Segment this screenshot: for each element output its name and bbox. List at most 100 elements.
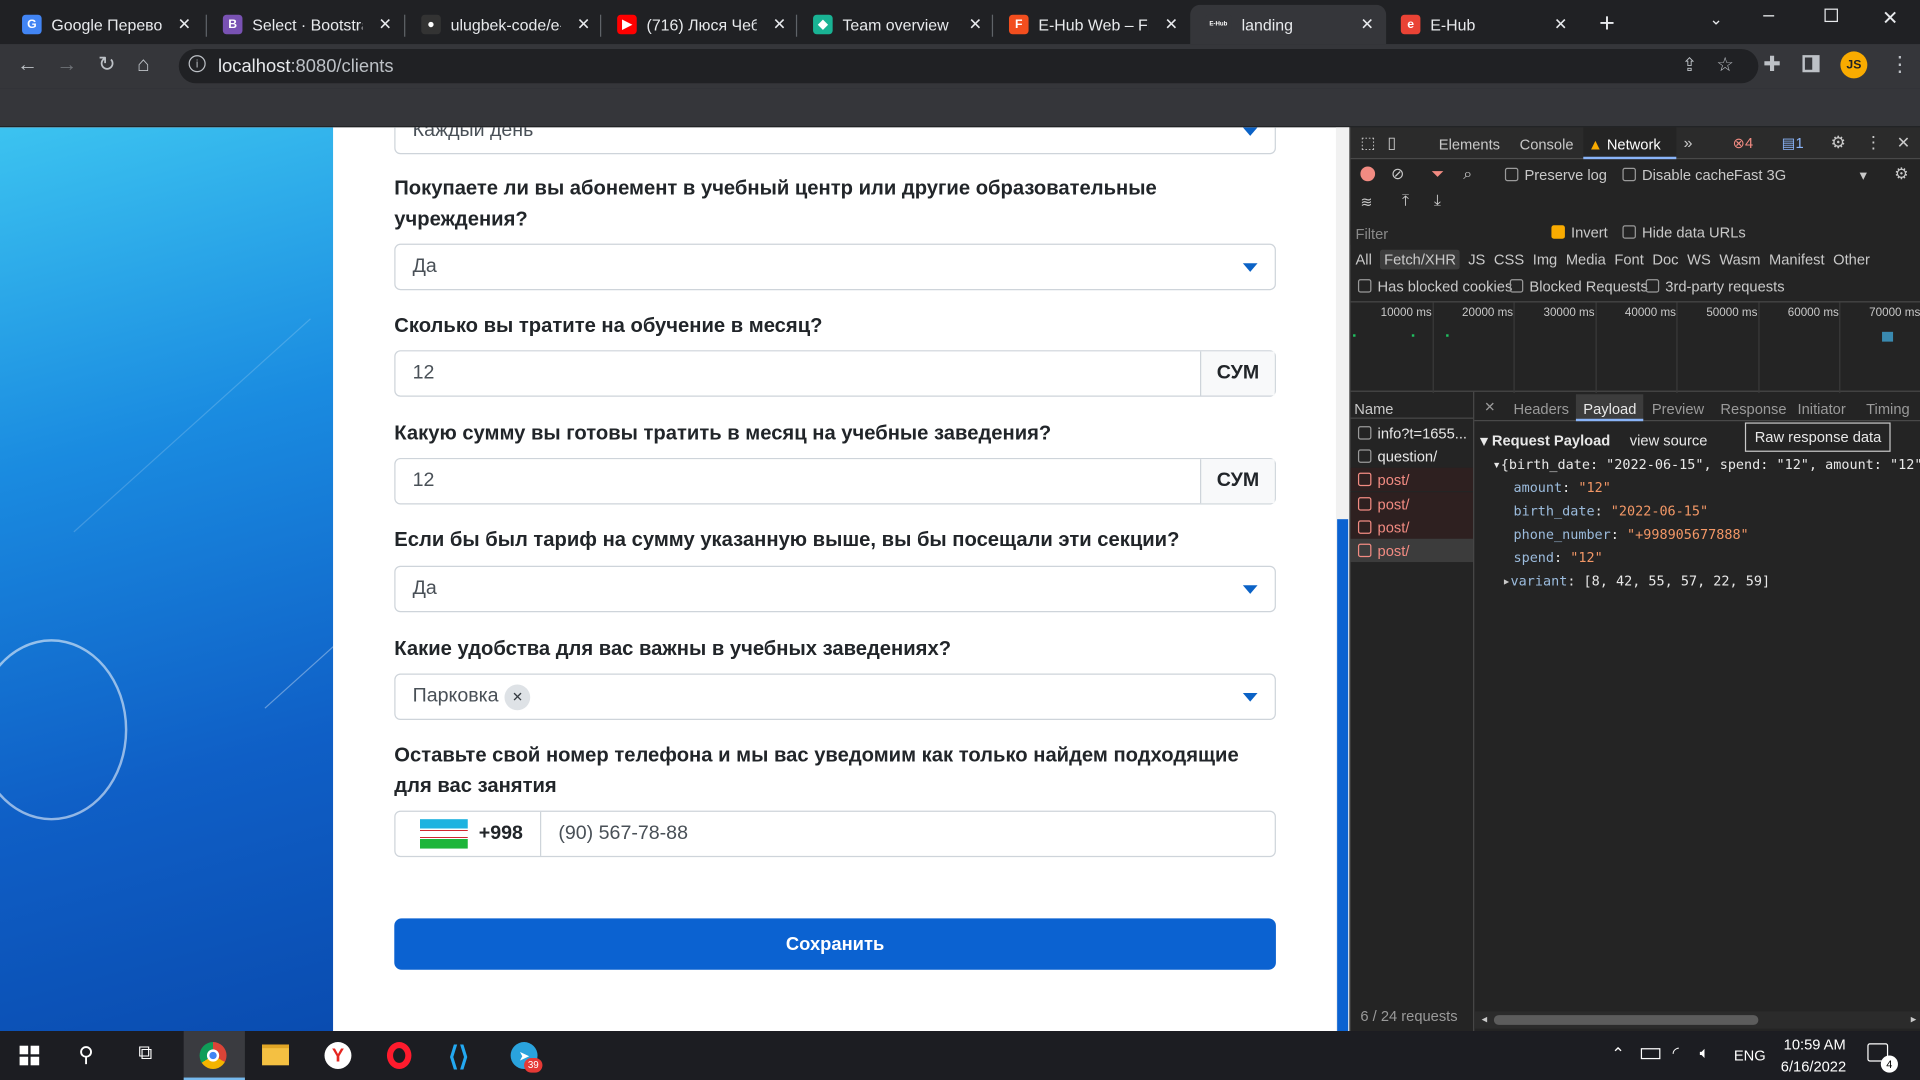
type-filter-manifest[interactable]: Manifest [1769,251,1825,268]
browser-tab[interactable]: e E-Hub ✕ [1386,5,1579,44]
request-row[interactable]: post/ [1350,468,1474,492]
hide-data-urls-checkbox[interactable]: Hide data URLs [1622,224,1746,241]
close-window-icon[interactable]: ✕ [1882,6,1898,30]
tariff-select[interactable]: Да [394,565,1276,613]
devtools-tab-console[interactable]: Console [1520,136,1574,153]
blocked-requests-checkbox[interactable]: Blocked Requests [1509,278,1648,295]
error-count-badge[interactable]: ⊗4 [1733,135,1754,152]
vscode-icon[interactable]: ⟨⟩ [448,1041,469,1073]
bookmark-star-icon[interactable]: ☆ [1716,53,1734,77]
type-filter-fetchxhr[interactable]: Fetch/XHR [1380,249,1460,270]
address-bar[interactable]: i localhost:8080/clients ⇪ ☆ [178,48,1759,84]
detail-tab-headers[interactable]: Headers [1513,394,1569,421]
type-filter-ws[interactable]: WS [1687,251,1711,268]
more-tabs-icon[interactable]: » [1684,133,1693,151]
chrome-menu-icon[interactable]: ⋮ [1889,53,1910,77]
home-icon[interactable]: ⌂ [137,53,150,77]
detail-tab-initiator[interactable]: Initiator [1798,394,1846,421]
search-icon[interactable]: ⚲ [78,1043,93,1067]
filter-icon[interactable]: ⏷ [1431,164,1444,184]
wifi-icon[interactable]: ◜ [1673,1043,1679,1063]
language-indicator[interactable]: ENG [1734,1047,1766,1064]
close-tab-icon[interactable]: ✕ [178,15,191,35]
record-icon[interactable] [1360,166,1376,182]
export-har-icon[interactable]: ⤓ [1434,191,1441,211]
network-overview-timeline[interactable]: 10000 ms 20000 ms 30000 ms 40000 ms 50000 ms… [1350,301,1920,394]
detail-scrollbar-thumb[interactable] [1493,1015,1759,1025]
chrome-taskbar-button[interactable] [183,1031,245,1080]
type-filter-media[interactable]: Media [1566,251,1606,268]
preserve-log-checkbox[interactable]: Preserve log [1504,167,1607,184]
request-row[interactable]: post/ [1350,515,1474,539]
ready-amount-input[interactable]: 12 [396,459,1200,503]
reload-icon[interactable]: ↻ [98,53,115,77]
clock-date[interactable]: 6/16/2022 [1776,1058,1852,1075]
payload-variant-row[interactable]: ▸variant: [8, 42, 55, 57, 22, 59] [1502,573,1770,589]
opera-icon[interactable] [386,1042,412,1069]
payload-field-row[interactable]: spend: "12" [1513,550,1748,573]
type-filter-css[interactable]: CSS [1494,251,1524,268]
detail-tab-response[interactable]: Response [1720,394,1786,421]
clear-icon[interactable]: ⊘ [1391,164,1404,184]
remove-chip-icon[interactable]: ✕ [504,683,531,710]
forward-icon[interactable]: → [56,53,77,77]
detail-scrollbar[interactable]: ◂ ▸ [1474,1011,1920,1029]
type-filter-font[interactable]: Font [1614,251,1643,268]
devtools-tab-network[interactable]: ▲ Network [1583,127,1677,160]
browser-tab[interactable]: E-Hub landing ✕ [1190,4,1387,45]
browser-tab[interactable]: ▶ (716) Люся Чебо ✕ [602,5,798,44]
browser-tab[interactable]: B Select · Bootstrap ✕ [208,5,404,44]
throttling-select[interactable]: Fast 3G ▾ [1734,167,1867,184]
type-filter-all[interactable]: All [1356,251,1372,268]
request-row[interactable]: post/ [1350,538,1474,563]
close-tab-icon[interactable]: ✕ [577,15,590,35]
request-row[interactable]: info?t=1655... [1351,421,1473,444]
monthly-spend-input[interactable]: 12 [396,351,1200,395]
file-explorer-icon[interactable] [262,1044,289,1066]
close-tab-icon[interactable]: ✕ [1361,15,1374,35]
inspect-element-icon[interactable]: ⬚ [1360,133,1375,153]
devtools-tab-elements[interactable]: Elements [1439,136,1500,153]
close-detail-icon[interactable]: ✕ [1484,399,1495,415]
show-hidden-icons-icon[interactable]: ⌃ [1611,1044,1624,1064]
request-list-divider[interactable] [1473,391,1475,1032]
payload-field-row[interactable]: birth_date: "2022-06-15" [1513,503,1748,526]
amenities-multiselect[interactable]: Парковка ✕ [394,673,1276,721]
type-filter-wasm[interactable]: Wasm [1719,251,1760,268]
device-toolbar-icon[interactable]: ▯ [1387,133,1396,153]
import-har-icon[interactable]: ⤒ [1402,191,1409,211]
share-icon[interactable]: ⇪ [1682,54,1697,76]
site-info-icon[interactable]: i [188,55,206,73]
close-devtools-icon[interactable]: ✕ [1897,133,1910,153]
request-row[interactable]: question/ [1351,445,1473,468]
detail-tab-timing[interactable]: Timing [1866,394,1910,421]
minimize-icon[interactable]: – [1763,5,1774,27]
payload-section-header[interactable]: ▾ Request Payload [1480,432,1610,449]
close-tab-icon[interactable]: ✕ [969,15,982,35]
task-view-icon[interactable]: ⧉ [138,1043,152,1065]
close-tab-icon[interactable]: ✕ [378,15,391,35]
new-tab-button[interactable]: + [1599,7,1615,39]
close-tab-icon[interactable]: ✕ [773,15,786,35]
network-conditions-icon[interactable]: ≋ [1360,193,1372,210]
search-icon[interactable]: ⌕ [1463,164,1472,184]
blocked-cookies-checkbox[interactable]: Has blocked cookies [1357,278,1512,295]
detail-tab-payload[interactable]: Payload [1575,394,1644,422]
tab-search-icon[interactable]: ⌄ [1709,10,1722,30]
request-row[interactable]: post/ [1350,491,1474,516]
windows-start-icon[interactable] [19,1045,40,1066]
subscription-select[interactable]: Да [394,243,1276,291]
close-tab-icon[interactable]: ✕ [1554,15,1567,35]
third-party-checkbox[interactable]: 3rd-party requests [1645,278,1785,295]
extensions-icon[interactable]: ✚ [1763,53,1780,77]
browser-tab[interactable]: G Google Перевод ✕ [7,5,203,44]
type-filter-doc[interactable]: Doc [1652,251,1678,268]
disable-cache-checkbox[interactable]: Disable cache [1622,167,1734,184]
avatar[interactable]: JS [1840,51,1868,79]
invert-checkbox[interactable]: Invert [1551,224,1608,241]
restore-icon[interactable] [1824,8,1838,23]
page-scrollbar-thumb[interactable] [1337,519,1349,1032]
close-tab-icon[interactable]: ✕ [1165,15,1178,35]
message-count-badge[interactable]: ▤1 [1782,135,1804,152]
name-column-header[interactable]: Name [1354,400,1393,417]
